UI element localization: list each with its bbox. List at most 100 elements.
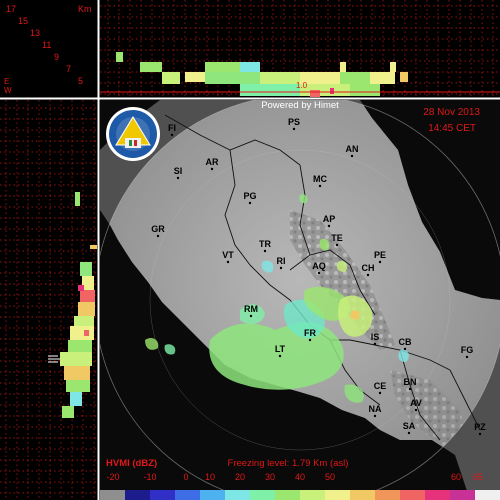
city-code: NA xyxy=(369,404,382,414)
city-code: SI xyxy=(174,166,183,176)
city-code: AR xyxy=(206,157,219,167)
legend-swatch xyxy=(425,490,451,500)
city-dot xyxy=(156,234,160,238)
legend-swatch xyxy=(375,490,401,500)
city-code: PS xyxy=(288,117,300,127)
freezing-level-label: Freezing level: 1.79 Km (asl) xyxy=(228,458,349,469)
city-dot xyxy=(308,338,312,342)
city-dot xyxy=(317,271,321,275)
city-dot xyxy=(366,273,370,277)
city-code: VT xyxy=(222,250,234,260)
height-tick: 15 xyxy=(18,16,28,26)
legend-tick: 65 xyxy=(473,472,483,482)
city-dot xyxy=(263,249,267,253)
powered-by-label: Powered by Himet xyxy=(261,100,339,111)
city-dot xyxy=(248,201,252,205)
city-dot xyxy=(478,432,482,436)
time-label: 14:45 CET xyxy=(428,123,476,134)
legend-tick: -20 xyxy=(106,472,119,482)
legend-tick: 10 xyxy=(205,472,215,482)
city-code: PG xyxy=(243,191,256,201)
city-dot xyxy=(373,414,377,418)
city-code: PZ xyxy=(474,422,486,432)
city-code: RM xyxy=(244,304,258,314)
city-code: CE xyxy=(374,381,387,391)
legend-swatch xyxy=(175,490,201,500)
radar-display: Km 17151311975 E W 1.0 Powered by Himet … xyxy=(0,0,500,500)
height-tick: 17 xyxy=(6,4,16,14)
city-dot xyxy=(249,314,253,318)
city-code: AN xyxy=(346,144,359,154)
city-code: IS xyxy=(371,332,380,342)
city-dot xyxy=(373,342,377,346)
legend-swatch xyxy=(100,490,126,500)
city-code: FG xyxy=(461,345,474,355)
city-dot xyxy=(278,354,282,358)
city-code: FR xyxy=(304,328,316,338)
legend-swatch xyxy=(225,490,251,500)
city-code: TR xyxy=(259,239,271,249)
freezing-level-tick: 1.0 xyxy=(296,81,308,90)
city-dot xyxy=(279,266,283,270)
legend-tick: 60 xyxy=(451,472,461,482)
legend-tick: 30 xyxy=(265,472,275,482)
city-dot xyxy=(318,184,322,188)
city-code: RI xyxy=(277,256,286,266)
legend-tick: 20 xyxy=(235,472,245,482)
city-dot xyxy=(465,355,469,359)
city-dot xyxy=(210,167,214,171)
legend-tick: -10 xyxy=(143,472,156,482)
legend-color-bar xyxy=(100,490,500,500)
city-dot xyxy=(378,391,382,395)
height-tick: 7 xyxy=(66,64,71,74)
legend-tick: 40 xyxy=(295,472,305,482)
city-dot xyxy=(226,260,230,264)
city-dot xyxy=(403,347,407,351)
city-dot xyxy=(407,431,411,435)
east-marker: E xyxy=(4,77,9,86)
city-code: MC xyxy=(313,174,327,184)
height-tick: 13 xyxy=(30,28,40,38)
legend-swatch xyxy=(125,490,151,500)
date-label: 28 Nov 2013 xyxy=(423,107,480,118)
legend-tick: 0 xyxy=(183,472,188,482)
legend-swatch xyxy=(275,490,301,500)
city-dot xyxy=(414,408,418,412)
city-dot xyxy=(378,260,382,264)
city-code: SA xyxy=(403,421,416,431)
city-dot xyxy=(292,127,296,131)
city-code: CB xyxy=(399,337,412,347)
legend-tick: 50 xyxy=(325,472,335,482)
civil-protection-logo xyxy=(106,107,160,161)
height-tick: 11 xyxy=(42,40,51,50)
height-unit-label: Km xyxy=(78,4,92,14)
city-code: TE xyxy=(331,233,343,243)
city-code: GR xyxy=(151,224,165,234)
city-dot xyxy=(350,154,354,158)
height-tick: 5 xyxy=(78,76,83,86)
city-code: BN xyxy=(404,377,417,387)
legend-swatch xyxy=(475,490,500,500)
city-dot xyxy=(327,224,331,228)
legend-swatch xyxy=(350,490,376,500)
city-dot xyxy=(176,176,180,180)
legend-swatch xyxy=(300,490,326,500)
city-code: AQ xyxy=(312,261,326,271)
map-panel xyxy=(100,100,500,500)
ns-profile-panel xyxy=(0,100,97,500)
legend-swatch xyxy=(450,490,476,500)
legend-swatch xyxy=(250,490,276,500)
city-code: AV xyxy=(410,398,422,408)
city-dot xyxy=(408,387,412,391)
city-dot xyxy=(170,133,174,137)
west-marker: W xyxy=(4,86,12,95)
legend-swatch xyxy=(325,490,351,500)
legend-title: HVMI (dBZ) xyxy=(106,458,157,469)
city-code: FI xyxy=(168,123,176,133)
legend-swatch xyxy=(400,490,426,500)
legend-swatch xyxy=(150,490,176,500)
city-code: CH xyxy=(362,263,375,273)
height-tick-labels: 17151311975 xyxy=(6,4,83,86)
legend-swatch xyxy=(200,490,226,500)
city-dot xyxy=(335,243,339,247)
